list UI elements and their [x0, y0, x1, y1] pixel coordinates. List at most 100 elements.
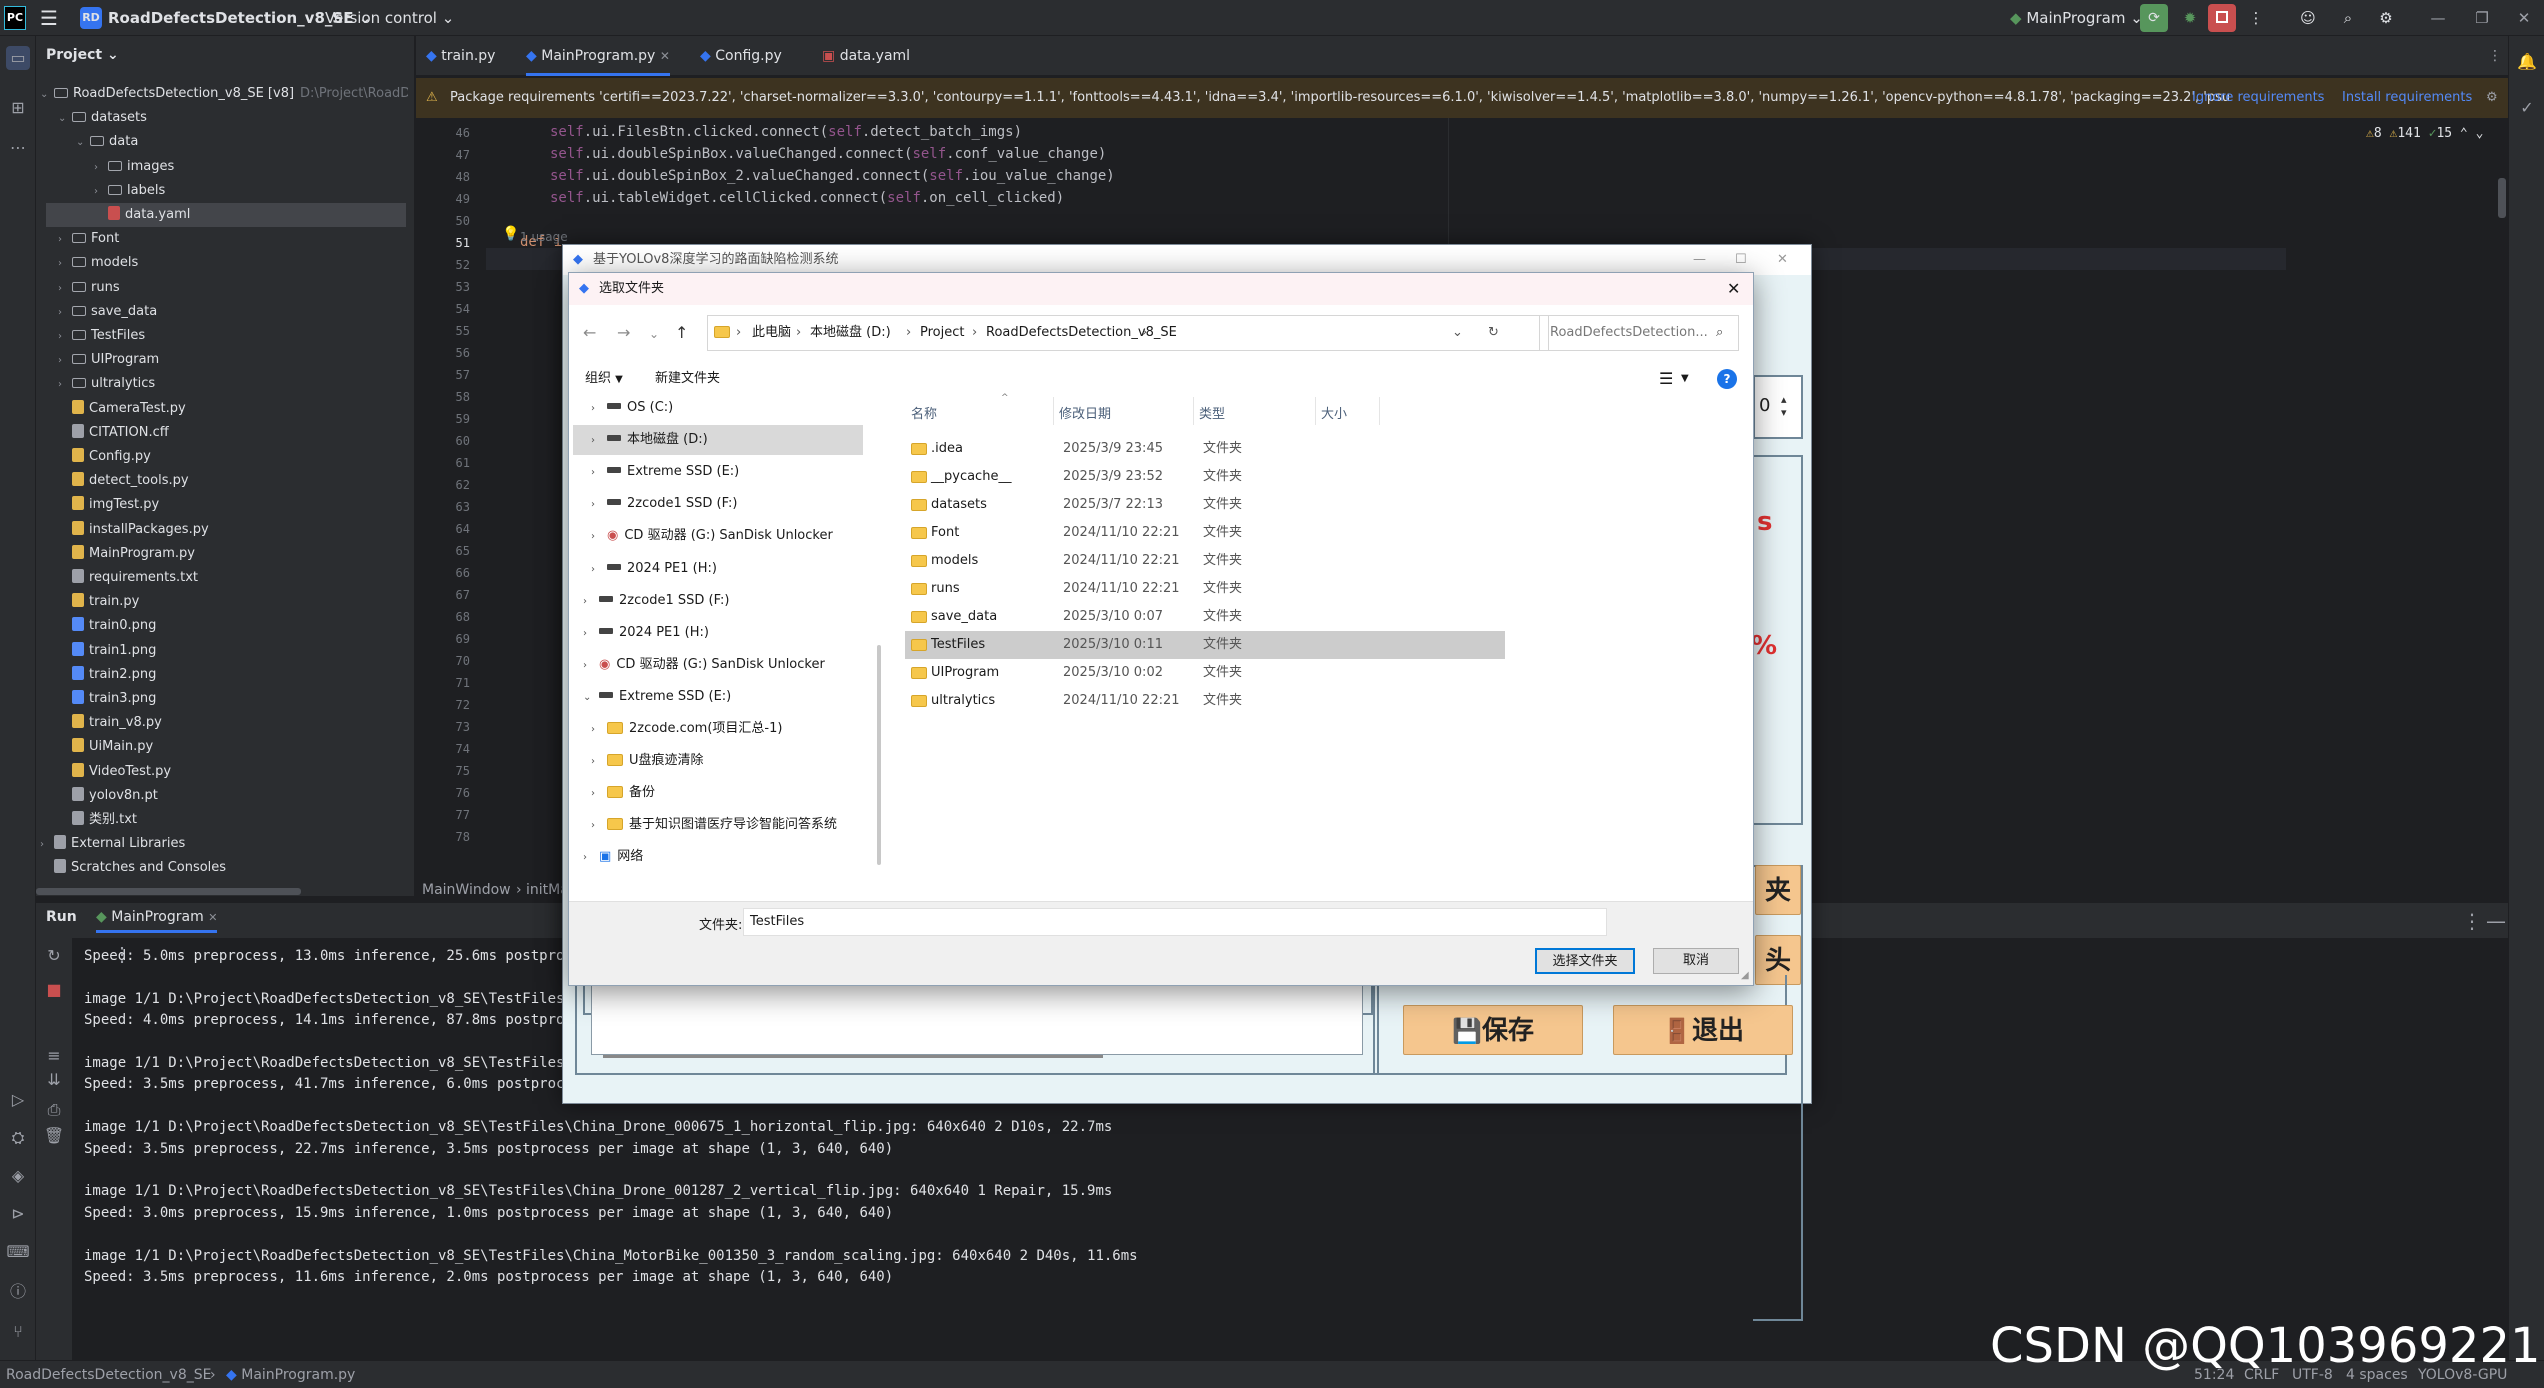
tab-train-py[interactable]: ◆ train.py	[426, 36, 495, 76]
resize-grip-icon[interactable]: ◢	[1741, 970, 1749, 981]
tree-item[interactable]: CameraTest.py	[58, 397, 186, 421]
file-row[interactable]: TestFiles 2025/3/10 0:11 文件夹	[905, 631, 1505, 659]
column-name[interactable]: 名称	[911, 403, 937, 422]
tree-item[interactable]: ⌄ datasets	[58, 106, 147, 130]
ai-assistant-icon[interactable]: ✓	[2515, 96, 2539, 120]
app-close-icon[interactable]: ✕	[1777, 245, 1788, 275]
tree-item[interactable]: train2.png	[58, 663, 156, 687]
tree-item[interactable]: › UIProgram	[58, 348, 159, 372]
file-row[interactable]: .idea 2025/3/9 23:45 文件夹	[905, 435, 1505, 463]
tree-item[interactable]: detect_tools.py	[58, 469, 189, 493]
chevron-right-icon[interactable]: ›	[58, 325, 72, 349]
tab-data-yaml[interactable]: ▣ data.yaml	[822, 36, 910, 76]
chevron-right-icon[interactable]: ›	[591, 458, 607, 488]
layers-icon[interactable]: ◈	[6, 1164, 30, 1188]
restore-icon[interactable]: ❐	[2470, 0, 2494, 36]
terminal-icon[interactable]: ⌨	[6, 1240, 30, 1264]
chevron-right-icon[interactable]: ›	[583, 587, 599, 617]
more-actions-icon[interactable]: ⋮	[2246, 0, 2266, 36]
file-row[interactable]: runs 2024/11/10 22:21 文件夹	[905, 575, 1505, 603]
cancel-button[interactable]: 取消	[1653, 948, 1739, 974]
account-icon[interactable]: ☺	[2296, 0, 2320, 36]
path-segment-roaddefects[interactable]: RoadDefectsDetection_v8_SE	[986, 316, 1177, 350]
breadcrumb-mainwindow[interactable]: MainWindow	[422, 878, 511, 902]
nav-item[interactable]: › 2zcode.com(项目汇总-1)	[591, 714, 871, 744]
file-row[interactable]: __pycache__ 2025/3/9 23:52 文件夹	[905, 463, 1505, 491]
view-options-icon[interactable]: ☰	[1659, 361, 1673, 397]
folder-button-partial[interactable]: 夹	[1755, 865, 1801, 915]
inspections-widget[interactable]: ⚠8 ⚠141 ✓15 ⌃ ⌄	[2366, 126, 2483, 141]
tree-item[interactable]: UiMain.py	[58, 735, 153, 759]
scroll-to-end-icon[interactable]: ⇊	[42, 1068, 66, 1092]
address-dropdown-icon[interactable]: ⌄	[1452, 316, 1463, 350]
minimize-panel-icon[interactable]: —	[2486, 909, 2506, 933]
structure-tool-icon[interactable]: ⊞	[6, 96, 30, 120]
save-button[interactable]: 💾保存	[1403, 1005, 1583, 1055]
refresh-icon[interactable]: ↻	[1488, 316, 1499, 350]
tree-item[interactable]: Scratches and Consoles	[40, 856, 226, 880]
dropdown-icon[interactable]: ▼	[1681, 361, 1689, 397]
nav-item[interactable]: › 备份	[591, 778, 871, 808]
spin-arrows-icon[interactable]: ▴ ▾	[1781, 393, 1787, 419]
nav-item[interactable]: › OS (C:)	[591, 393, 871, 423]
nav-item[interactable]: › 2024 PE1 (H:)	[583, 618, 863, 648]
nav-item[interactable]: › ◉ CD 驱动器 (G:) SanDisk Unlocker	[583, 650, 863, 680]
tree-item[interactable]: Config.py	[58, 445, 151, 469]
tab-config-py[interactable]: ◆ Config.py	[700, 36, 782, 76]
clear-all-icon[interactable]: 🗑	[42, 1124, 66, 1148]
new-folder-button[interactable]: 新建文件夹	[655, 361, 720, 397]
path-segment-project[interactable]: Project	[920, 316, 964, 350]
tree-item[interactable]: ⌄ RoadDefectsDetection_v8_SE [v8] D:\Proje…	[40, 82, 408, 106]
project-panel-title[interactable]: Project ⌄	[46, 47, 119, 63]
help-icon[interactable]: ?	[1717, 369, 1737, 389]
file-row[interactable]: datasets 2025/3/7 22:13 文件夹	[905, 491, 1505, 519]
rerun-icon[interactable]: ↻	[42, 944, 66, 968]
banner-settings-icon[interactable]: ⚙	[2486, 78, 2498, 118]
recent-locations-icon[interactable]: ⌄	[649, 327, 659, 341]
file-row[interactable]: models 2024/11/10 22:21 文件夹	[905, 547, 1505, 575]
chevron-right-icon[interactable]: ›	[591, 715, 607, 745]
chevron-right-icon[interactable]: ›	[58, 252, 72, 276]
version-control-menu[interactable]: Version control ⌄	[325, 0, 454, 36]
tree-item[interactable]: requirements.txt	[58, 566, 198, 590]
run-config-tab[interactable]: ◆ MainProgram ✕	[96, 909, 218, 933]
file-row[interactable]: UIProgram 2025/3/10 0:02 文件夹	[905, 659, 1505, 687]
run-tab[interactable]: Run	[46, 909, 77, 925]
status-path-file[interactable]: ◆ MainProgram.py	[226, 1361, 355, 1388]
search-box[interactable]: RoadDefectsDetection... ⌕	[1539, 315, 1739, 351]
chevron-right-icon[interactable]: ›	[40, 833, 54, 857]
tree-item[interactable]: VideoTest.py	[58, 760, 171, 784]
spinbox-partial[interactable]: 0 ▴ ▾	[1753, 375, 1803, 439]
nav-item[interactable]: › 2024 PE1 (H:)	[591, 554, 871, 584]
chevron-right-icon[interactable]: ›	[583, 619, 599, 649]
stop-button[interactable]	[2208, 4, 2236, 32]
nav-scrollbar[interactable]	[877, 645, 881, 865]
intention-bulb-icon[interactable]: 💡	[502, 226, 519, 242]
tree-item[interactable]: train1.png	[58, 639, 156, 663]
chevron-right-icon[interactable]: ›	[583, 651, 599, 681]
back-icon[interactable]: ←	[583, 323, 596, 342]
tree-item[interactable]: › Font	[58, 227, 119, 251]
stop-icon[interactable]: ■	[42, 978, 66, 1002]
tree-item[interactable]: › images	[94, 155, 174, 179]
column-size[interactable]: 大小	[1321, 403, 1347, 422]
status-path-project[interactable]: RoadDefectsDetection_v8_SE	[6, 1361, 211, 1388]
tree-item[interactable]: yolov8n.pt	[58, 784, 158, 808]
rerun-button[interactable]: ⟳	[2140, 4, 2168, 32]
chevron-right-icon[interactable]: ›	[591, 394, 607, 424]
chevron-right-icon[interactable]: ›	[94, 156, 108, 180]
app-maximize-icon[interactable]: ☐	[1735, 245, 1747, 275]
notifications-icon[interactable]: 🔔	[2515, 50, 2539, 74]
select-folder-button[interactable]: 选择文件夹	[1535, 948, 1635, 974]
nav-item[interactable]: › U盘痕迹清除	[591, 746, 871, 776]
tree-item[interactable]: train0.png	[58, 614, 156, 638]
run-tool-icon[interactable]: ▷	[6, 1088, 30, 1112]
tree-item[interactable]: 类别.txt	[58, 808, 137, 832]
tree-item[interactable]: imgTest.py	[58, 493, 159, 517]
column-date[interactable]: 修改日期	[1059, 403, 1111, 422]
file-row[interactable]: Font 2024/11/10 22:21 文件夹	[905, 519, 1505, 547]
chevron-down-icon[interactable]: ⌄	[76, 131, 90, 155]
up-icon[interactable]: ↑	[675, 323, 688, 342]
editor-tabs-menu-icon[interactable]: ⋮	[2488, 36, 2502, 76]
app-minimize-icon[interactable]: —	[1693, 245, 1706, 275]
